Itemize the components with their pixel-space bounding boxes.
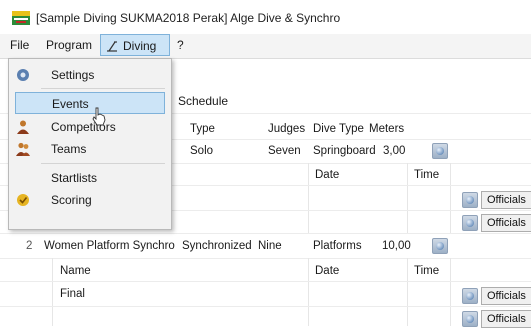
menu-help[interactable]: ? — [172, 34, 189, 56]
scoring-icon — [17, 194, 29, 206]
event-2-meters: 10,00 — [382, 240, 411, 252]
menu-item-events-label: Events — [52, 97, 89, 111]
diving-board-icon — [107, 41, 117, 52]
gear-icon — [17, 69, 29, 81]
menu-item-teams[interactable]: Teams — [9, 138, 169, 160]
menu-diving[interactable]: Diving — [100, 34, 170, 56]
team-icon — [16, 142, 30, 156]
event-1-meters: 3,00 — [383, 145, 406, 157]
event-2-settings-icon[interactable] — [432, 238, 448, 254]
round-2-1-settings-icon[interactable] — [462, 288, 478, 304]
round-2-header-time: Time — [414, 265, 440, 277]
round-1-2-settings-icon[interactable] — [462, 215, 478, 231]
event-2-number: 2 — [26, 240, 33, 252]
person-icon — [17, 120, 29, 134]
event-1-judges: Seven — [268, 145, 301, 157]
menu-item-teams-label: Teams — [51, 142, 87, 156]
col-header-type: Type — [190, 123, 215, 135]
round-2-2-officials-button[interactable]: Officials — [481, 310, 531, 328]
menu-file[interactable]: File — [5, 34, 34, 56]
diving-menu: Settings Events Competitors Teams Startl… — [8, 58, 172, 230]
menu-item-scoring[interactable]: Scoring — [9, 189, 169, 211]
round-2-header-date: Date — [315, 265, 340, 277]
menu-item-settings[interactable]: Settings — [9, 64, 169, 86]
round-1-header-time: Time — [414, 169, 440, 181]
event-2-judges: Nine — [258, 240, 282, 252]
event-2-type: Synchronized — [182, 240, 252, 252]
menu-item-events[interactable]: Events — [15, 92, 165, 114]
col-header-judges: Judges — [268, 123, 306, 135]
event-1-dive-type: Springboard — [313, 145, 376, 157]
menu-item-scoring-label: Scoring — [51, 193, 92, 207]
round-2-1-officials-button[interactable]: Officials — [481, 287, 531, 305]
app-logo-icon — [12, 11, 30, 25]
event-2-name: Women Platform Synchro — [44, 240, 175, 252]
col-header-meters: Meters — [369, 123, 405, 135]
round-2-header-name: Name — [60, 265, 91, 277]
event-1-settings-icon[interactable] — [432, 143, 448, 159]
menu-item-startlists-label: Startlists — [51, 171, 98, 185]
menu-item-startlists[interactable]: Startlists — [9, 167, 169, 189]
round-1-header-date: Date — [315, 169, 340, 181]
round-1-1-officials-button[interactable]: Officials — [481, 191, 531, 209]
round-1-1-settings-icon[interactable] — [462, 192, 478, 208]
round-2-2-settings-icon[interactable] — [462, 311, 478, 327]
menu-program[interactable]: Program — [41, 34, 97, 56]
col-header-dive-type: Dive Type — [313, 123, 364, 135]
round-1-2-officials-button[interactable]: Officials — [481, 214, 531, 232]
event-2-dive-type: Platforms — [313, 240, 362, 252]
menu-item-settings-label: Settings — [51, 68, 95, 82]
round-2-1-name: Final — [60, 288, 85, 300]
menu-bar: File Program Diving ? — [0, 34, 531, 59]
menu-item-competitors[interactable]: Competitors — [9, 116, 169, 138]
menu-diving-label: Diving — [123, 39, 157, 53]
schedule-tab[interactable]: Schedule — [178, 94, 228, 108]
window-title: [Sample Diving SUKMA2018 Perak] Alge Div… — [36, 11, 341, 25]
event-1-type: Solo — [190, 145, 214, 157]
hand-cursor-icon — [92, 107, 106, 126]
